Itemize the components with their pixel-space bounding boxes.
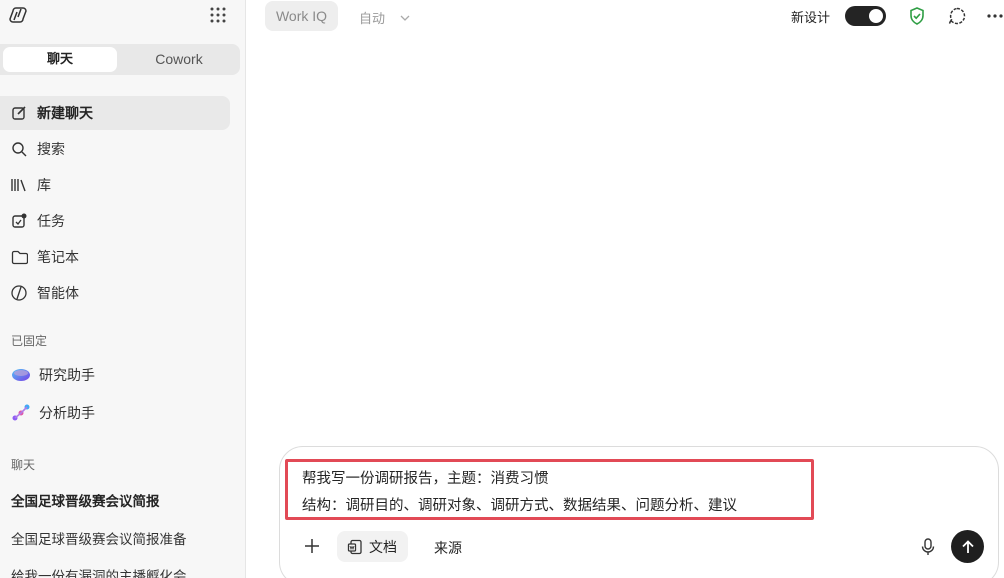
- prompt-text-line-1[interactable]: 帮我写一份调研报告，主题：消费习惯: [302, 467, 549, 488]
- sidebar: 聊天 Cowork 新建聊天 搜索 库 任务 笔记本 智能体 已固定 研究助手 …: [0, 0, 246, 578]
- folder-icon: [10, 248, 28, 266]
- pinned-item-researcher[interactable]: 研究助手: [10, 363, 95, 387]
- chat-history-item[interactable]: 给我一份有漏洞的主播孵化会: [11, 565, 187, 578]
- arrow-up-icon: [961, 539, 974, 553]
- add-attachment-icon[interactable]: [302, 536, 322, 556]
- sidebar-item-label: 新建聊天: [37, 106, 93, 122]
- sidebar-item-library[interactable]: 库: [0, 168, 230, 202]
- chevron-down-icon: [400, 15, 410, 21]
- new-chat-icon: [10, 104, 28, 122]
- mode-dropdown-label: 自动: [359, 12, 386, 27]
- pinned-item-label: 研究助手: [39, 368, 95, 384]
- prompt-text-line-2[interactable]: 结构：调研目的、调研对象、调研方式、数据结果、问题分析、建议: [302, 494, 737, 515]
- sidebar-header: [0, 0, 246, 30]
- sidebar-item-agents[interactable]: 智能体: [0, 276, 230, 310]
- new-design-label: 新设计: [791, 11, 831, 26]
- document-button[interactable]: 文档: [337, 531, 408, 562]
- library-icon: [10, 176, 28, 194]
- copilot-logo-icon[interactable]: [9, 5, 29, 25]
- sidebar-item-notebook[interactable]: 笔记本: [0, 240, 230, 274]
- sidebar-item-label: 笔记本: [37, 250, 79, 266]
- document-button-label: 文档: [369, 539, 397, 556]
- mode-dropdown[interactable]: 自动: [359, 8, 411, 27]
- sidebar-item-label: 搜索: [37, 142, 65, 158]
- chat-history-item[interactable]: 全国足球晋级赛会议简报: [11, 490, 160, 510]
- document-icon: [347, 539, 362, 554]
- source-button[interactable]: 来源: [434, 538, 462, 558]
- pinned-item-label: 分析助手: [39, 406, 95, 422]
- work-iq-button[interactable]: Work IQ: [265, 1, 338, 31]
- chat-bubble-icon[interactable]: [947, 6, 967, 26]
- pinned-item-analyst[interactable]: 分析助手: [10, 401, 95, 425]
- agent-icon: [10, 284, 28, 302]
- toggle-knob: [869, 9, 883, 23]
- sidebar-item-new-chat[interactable]: 新建聊天: [0, 96, 230, 130]
- analyst-icon: [12, 404, 30, 421]
- search-icon: [10, 140, 28, 158]
- shield-check-icon[interactable]: [907, 6, 927, 26]
- app-launcher-icon[interactable]: [208, 5, 228, 25]
- sidebar-item-label: 库: [37, 178, 51, 194]
- tasks-icon: [10, 212, 28, 230]
- more-options-icon[interactable]: [986, 6, 1004, 26]
- sidebar-item-label: 任务: [37, 214, 65, 230]
- sidebar-item-label: 智能体: [37, 286, 79, 302]
- tab-cowork[interactable]: Cowork: [121, 47, 237, 72]
- new-design-toggle[interactable]: [845, 6, 886, 26]
- researcher-icon: [12, 369, 30, 381]
- sidebar-item-search[interactable]: 搜索: [0, 132, 230, 166]
- chat-history-item[interactable]: 全国足球晋级赛会议简报准备: [11, 528, 187, 548]
- mode-segmented-control: 聊天 Cowork: [0, 44, 240, 75]
- sidebar-item-tasks[interactable]: 任务: [0, 204, 230, 238]
- chats-section-label: 聊天: [11, 458, 36, 472]
- microphone-icon[interactable]: [920, 537, 936, 557]
- tab-chat[interactable]: 聊天: [3, 47, 117, 72]
- send-button[interactable]: [951, 530, 984, 563]
- pinned-section-label: 已固定: [11, 334, 48, 348]
